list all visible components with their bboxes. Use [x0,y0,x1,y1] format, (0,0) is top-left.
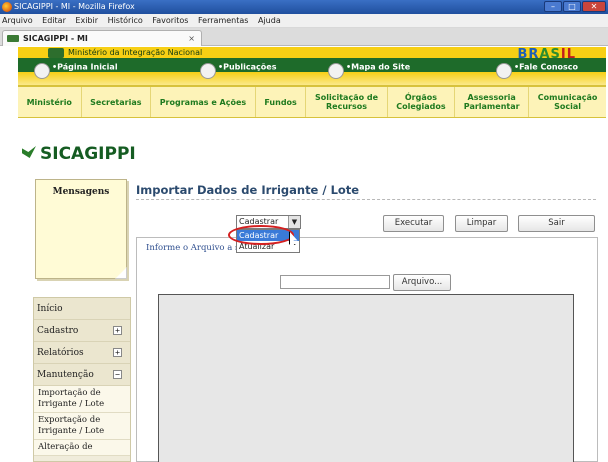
sidebar-item-cadastro[interactable]: Cadastro + [34,320,130,342]
expand-icon[interactable]: + [113,326,122,335]
browser-menubar: Arquivo Editar Exibir Histórico Favorito… [0,14,608,28]
ministry-name[interactable]: Ministério da Integração Nacional [68,48,202,57]
nav-orgaos-colegiados[interactable]: Órgãos Colegiados [388,87,456,117]
menu-editar[interactable]: Editar [42,16,66,25]
window-title: SICAGIPPI - MI - Mozilla Firefox [14,2,135,11]
menu-ferramentas[interactable]: Ferramentas [198,16,248,25]
exit-button[interactable]: Sair [518,215,595,232]
nav-solicitacao-recursos[interactable]: Solicitação de Recursos [306,87,388,117]
gov-header: Ministério da Integração Nacional BRASIL… [18,47,606,85]
sitemap-icon [328,63,344,79]
tab-favicon-icon [7,35,19,42]
menu-arquivo[interactable]: Arquivo [2,16,33,25]
messages-box: Mensagens [35,179,127,279]
close-window-button[interactable]: ✕ [582,1,606,12]
menu-exibir[interactable]: Exibir [75,16,98,25]
sidebar-item-inicio[interactable]: Início [34,298,130,320]
tab-close-icon[interactable]: × [188,31,195,46]
nav-comunicacao-social[interactable]: Comunicação Social [529,87,606,117]
page-fold-decoration [115,267,127,279]
sidebar-subitem-exportacao[interactable]: Exportação de Irrigante / Lote [34,413,130,440]
page-title: Importar Dados de Irrigante / Lote [136,183,360,197]
browse-file-button[interactable]: Arquivo... [393,274,451,291]
expand-icon[interactable]: + [113,348,122,357]
messages-title: Mensagens [52,187,110,197]
nav-programas-acoes[interactable]: Programas e Ações [151,87,256,117]
sidebar-subitem-alteracao[interactable]: Alteração de [34,440,130,456]
nav-fundos[interactable]: Fundos [256,87,307,117]
browser-tabbar: SICAGIPPI - MI × [0,28,608,46]
ministry-logo-icon [48,48,64,58]
site-logo[interactable]: SICAGIPPI [22,144,136,164]
gov-link-mapa-do-site[interactable]: •Mapa do Site [328,59,410,79]
heading-divider [136,199,596,200]
clear-button[interactable]: Limpar [455,215,508,232]
sidebar-subitem-importacao[interactable]: Importação de Irrigante / Lote [34,386,130,413]
gov-link-publicacoes[interactable]: •Publicações [200,59,276,79]
nav-secretarias[interactable]: Secretarias [82,87,152,117]
gov-link-pagina-inicial[interactable]: •Página Inicial [34,59,118,79]
sidebar-menu: Início Cadastro + Relatórios + Manutenção −… [33,297,131,462]
execute-button[interactable]: Executar [383,215,444,232]
site-logo-text: SICAGIPPI [40,144,136,164]
home-icon [34,63,50,79]
menu-historico[interactable]: Histórico [108,16,143,25]
chevron-down-icon[interactable]: ▼ [288,216,300,228]
menu-favoritos[interactable]: Favoritos [152,16,188,25]
nav-ministerio[interactable]: Ministério [18,87,82,117]
menu-ajuda[interactable]: Ajuda [258,16,281,25]
gov-link-fale-conosco[interactable]: •Fale Conosco [496,59,578,79]
sidebar-item-relatorios[interactable]: Relatórios + [34,342,130,364]
mail-icon [496,63,512,79]
site-nav: Ministério Secretarias Programas e Ações… [18,85,606,118]
minimize-button[interactable]: – [544,1,562,12]
tab-title: SICAGIPPI - MI [23,34,88,43]
maximize-button[interactable]: □ [563,1,581,12]
file-path-input[interactable] [280,275,390,289]
nav-assessoria-parlamentar[interactable]: Assessoria Parlamentar [455,87,530,117]
firefox-icon [2,2,12,12]
sidebar-item-manutencao[interactable]: Manutenção − [34,364,130,386]
browser-tab[interactable]: SICAGIPPI - MI × [2,30,202,46]
window-controls: – □ ✕ [544,1,606,12]
collapse-icon[interactable]: − [113,370,122,379]
import-preview-area [158,294,574,462]
annotation-highlight-circle [228,225,294,245]
book-icon [200,63,216,79]
window-titlebar: SICAGIPPI - MI - Mozilla Firefox – □ ✕ [0,0,608,14]
sicagippi-logo-icon [22,146,36,158]
